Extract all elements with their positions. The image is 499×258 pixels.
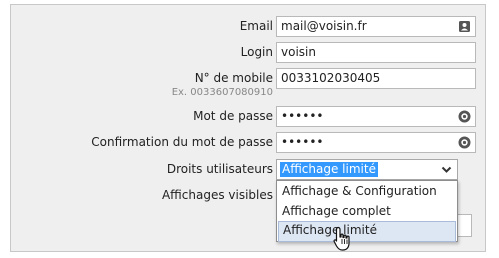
chevron-down-icon[interactable]	[441, 164, 452, 175]
visible-displays-box[interactable]	[456, 214, 472, 237]
rights-option[interactable]: Affichage & Configuration	[278, 182, 456, 201]
rights-option-hovered[interactable]: Affichage limité	[278, 221, 456, 242]
visible-displays-label: Affichages visibles	[161, 188, 273, 202]
password-field[interactable]: ••••••	[276, 106, 476, 127]
login-value: voisin	[281, 45, 316, 59]
hand-cursor-icon	[333, 226, 350, 251]
rights-option[interactable]: Affichage complet	[278, 202, 456, 221]
mobile-value: 0033102030405	[281, 71, 381, 85]
password-label: Mot de passe	[193, 109, 273, 123]
rights-dropdown-list: Affichage & Configuration Affichage comp…	[276, 180, 458, 242]
email-value: mail@voisin.fr	[281, 19, 367, 33]
reveal-password-icon[interactable]	[458, 136, 471, 149]
password-confirm-label: Confirmation du mot de passe	[91, 135, 273, 149]
rights-label: Droits utilisateurs	[166, 162, 273, 176]
mobile-field[interactable]: 0033102030405	[276, 68, 476, 89]
password-value: ••••••	[281, 109, 324, 123]
reveal-password-icon[interactable]	[458, 110, 471, 123]
password-confirm-value: ••••••	[281, 135, 324, 149]
mobile-label: N° de mobile	[194, 71, 273, 85]
email-field[interactable]: mail@voisin.fr	[276, 16, 476, 37]
password-confirm-field[interactable]: ••••••	[276, 132, 476, 153]
rights-selected-value: Affichage limité	[280, 162, 378, 177]
login-label: Login	[240, 45, 273, 59]
login-field[interactable]: voisin	[276, 42, 476, 63]
email-label: Email	[239, 19, 273, 33]
mobile-hint: Ex. 0033607080910	[171, 87, 273, 98]
contact-card-icon[interactable]	[458, 20, 471, 33]
rights-select[interactable]: Affichage limité	[276, 159, 458, 180]
